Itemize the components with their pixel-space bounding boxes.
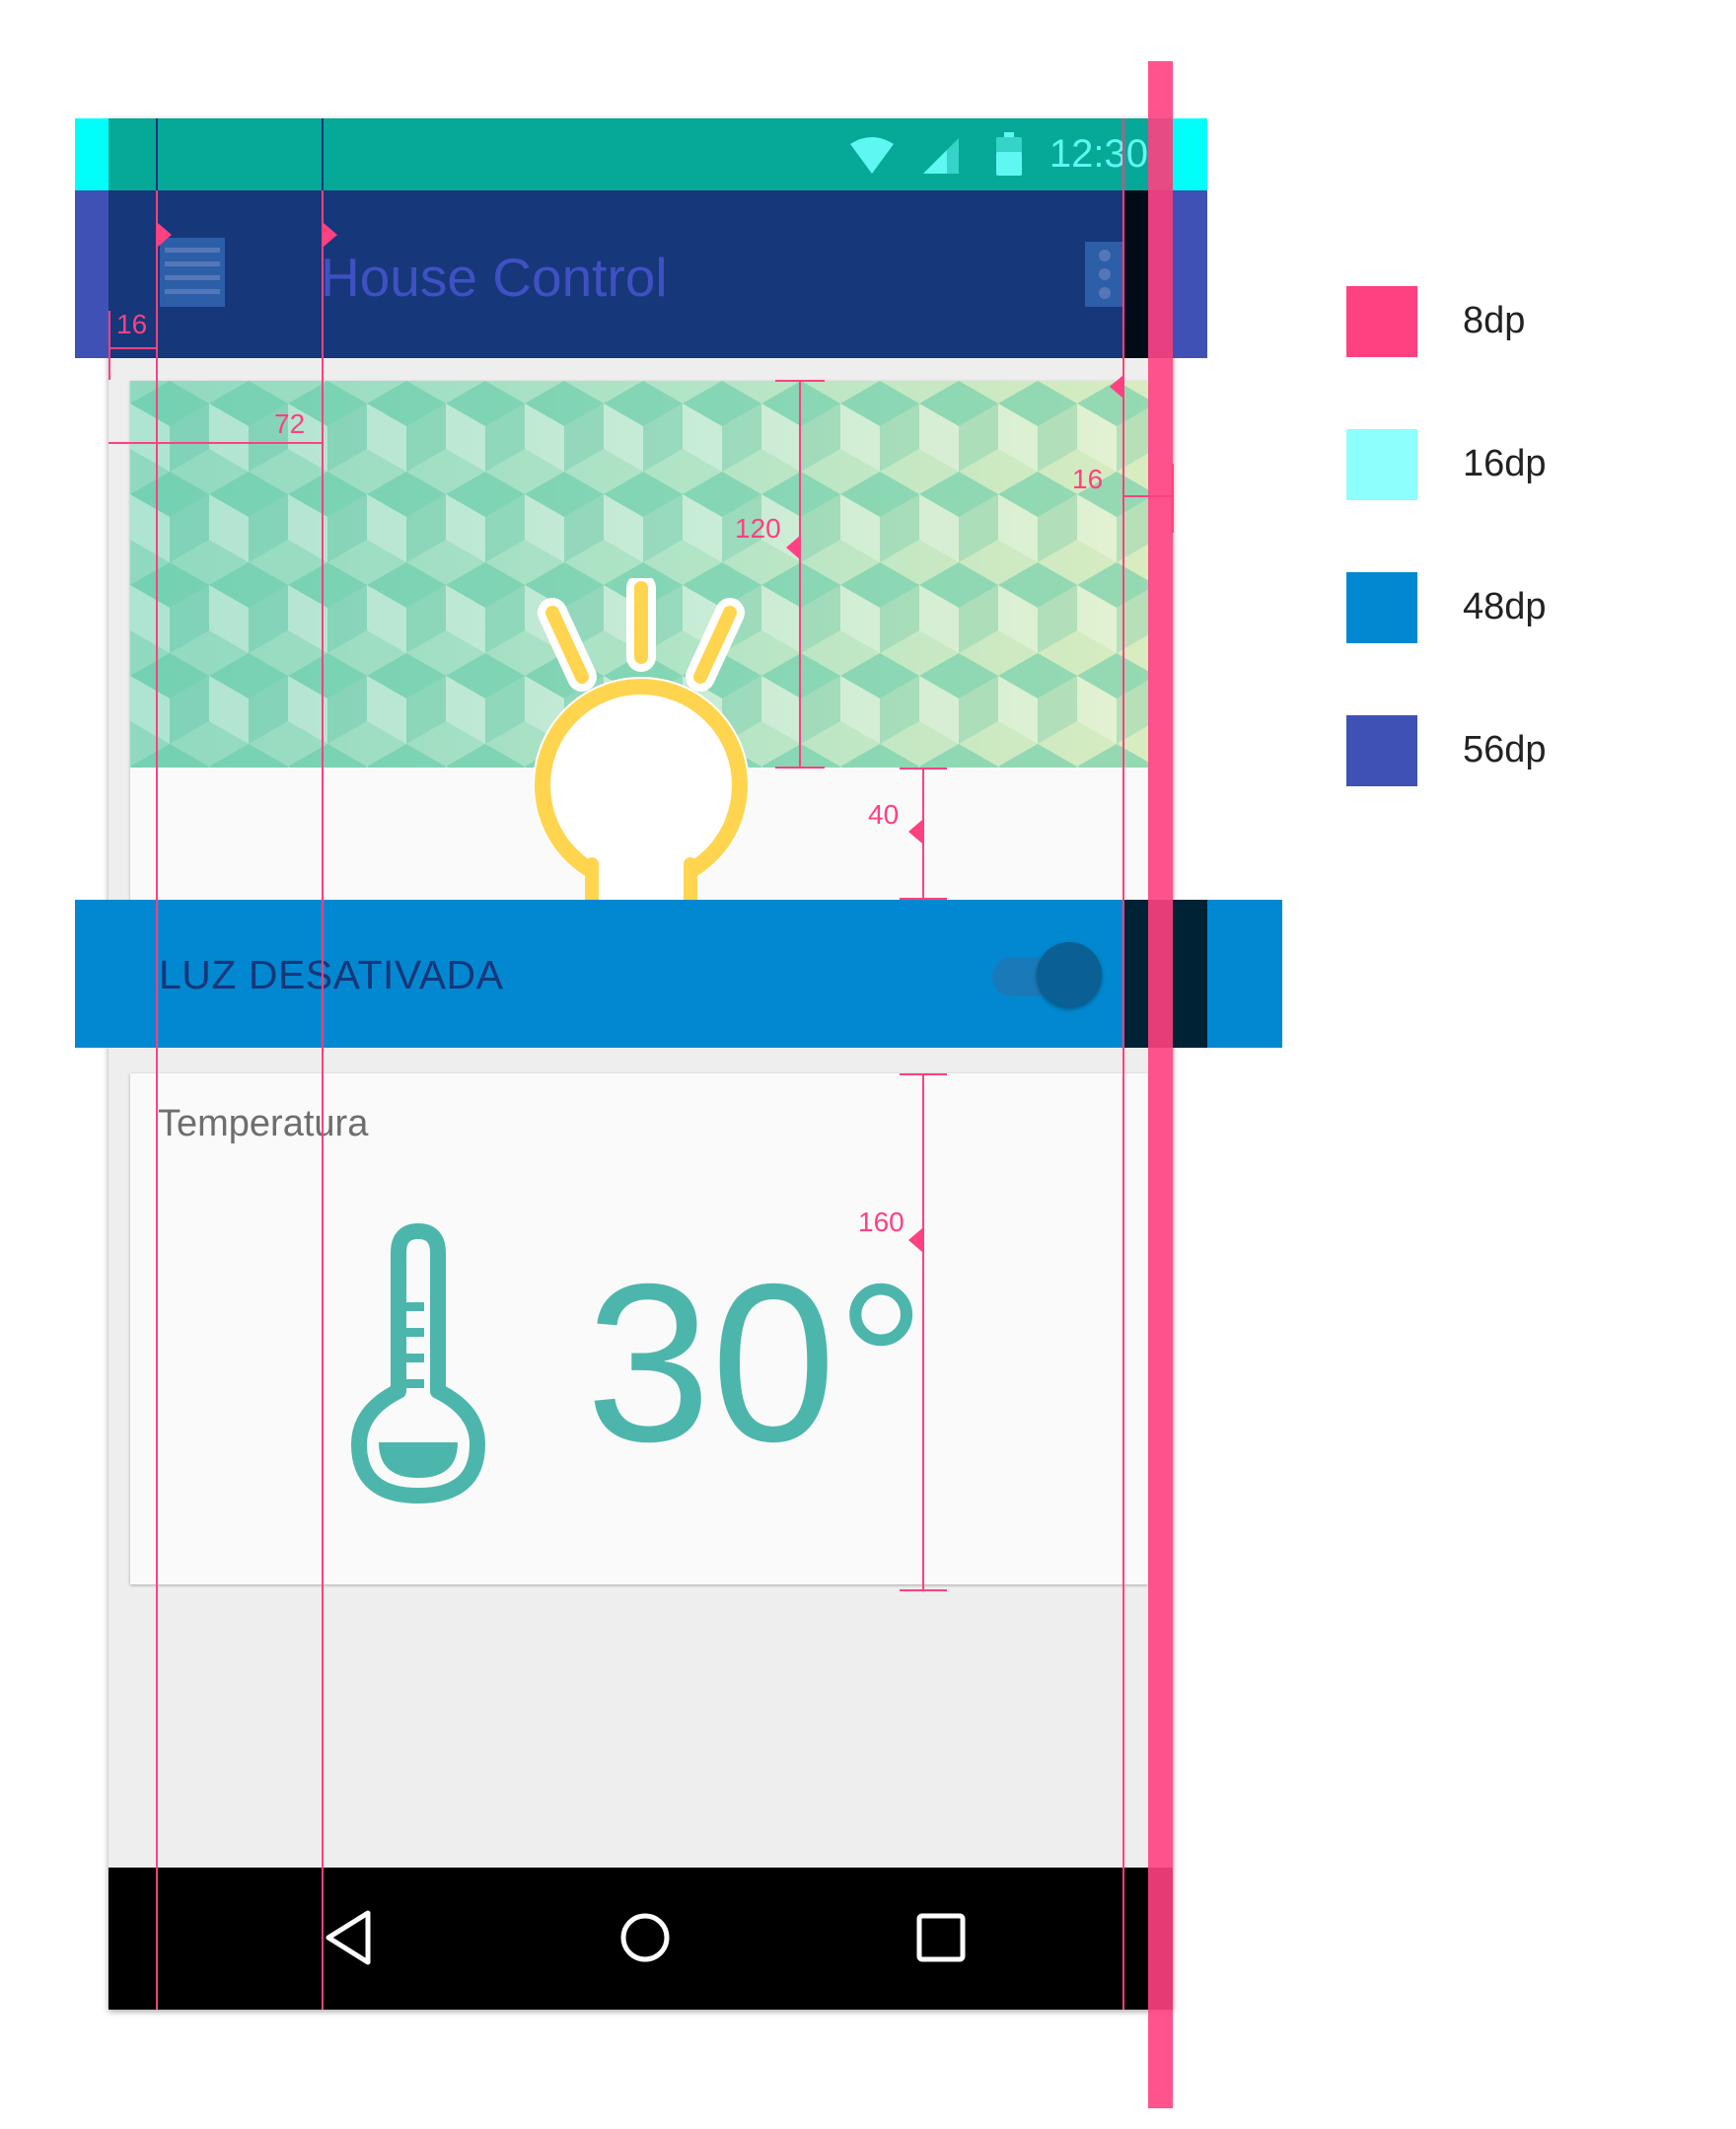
dim-120-vertical bbox=[799, 380, 801, 768]
light-card bbox=[130, 381, 1148, 952]
status-bar: 12:30 bbox=[108, 118, 1173, 190]
dim-40-label: 40 bbox=[868, 799, 900, 830]
legend-label-56dp: 56dp bbox=[1463, 729, 1547, 771]
dim-right-16-label: 16 bbox=[1072, 464, 1104, 494]
spec-8dp-right-bar bbox=[1148, 61, 1173, 2108]
light-status-label: LUZ DESATIVADA bbox=[159, 952, 504, 997]
dim-160-bottom bbox=[900, 1589, 947, 1591]
keyline-16 bbox=[156, 118, 158, 2010]
dim-72-line-h bbox=[108, 442, 322, 444]
dim-120-marker bbox=[786, 536, 800, 559]
light-switch-thumb[interactable] bbox=[1037, 942, 1102, 1007]
dim-16-line-left bbox=[108, 311, 110, 380]
back-icon[interactable] bbox=[319, 1907, 380, 1968]
signal-icon bbox=[923, 138, 959, 174]
keyline-72-marker bbox=[324, 223, 337, 247]
light-toggle-row[interactable]: LUZ DESATIVADA bbox=[75, 900, 1282, 1048]
legend-swatch-16dp bbox=[1346, 429, 1417, 500]
dim-160-marker bbox=[908, 1228, 922, 1252]
dim-40-bottom bbox=[900, 898, 947, 900]
keyline-72-status-top bbox=[322, 118, 324, 190]
legend-label-48dp: 48dp bbox=[1463, 586, 1547, 627]
menu-icon[interactable] bbox=[160, 238, 225, 307]
overflow-menu-icon[interactable] bbox=[1085, 242, 1124, 307]
spec-16dp-status-right bbox=[1173, 118, 1207, 190]
dim-120-bottom bbox=[775, 767, 825, 769]
dim-160-vertical bbox=[922, 1073, 924, 1591]
app-bar: House Control bbox=[108, 190, 1173, 358]
wifi-icon bbox=[850, 137, 894, 174]
legend-label-8dp: 8dp bbox=[1463, 300, 1526, 341]
legend-swatch-48dp bbox=[1346, 572, 1417, 643]
spec-legend: 8dp 16dp 48dp 56dp bbox=[1346, 286, 1642, 799]
thermometer-icon bbox=[351, 1223, 485, 1504]
dim-16-line-h bbox=[108, 347, 156, 349]
spec-16dp-status-left bbox=[75, 118, 108, 190]
dim-right-16-h bbox=[1124, 495, 1174, 497]
dim-16-label: 16 bbox=[116, 309, 148, 339]
recents-icon[interactable] bbox=[910, 1907, 972, 1968]
keyline-16-status-top bbox=[156, 118, 158, 190]
keyline-16-marker bbox=[158, 223, 172, 247]
legend-swatch-56dp bbox=[1346, 715, 1417, 786]
battery-icon bbox=[996, 132, 1022, 176]
app-title: House Control bbox=[321, 247, 668, 308]
dim-72-label: 72 bbox=[274, 408, 306, 439]
spec-56dp-appbar-left bbox=[75, 190, 108, 358]
dim-120-label: 120 bbox=[735, 513, 781, 544]
dim-160-label: 160 bbox=[858, 1207, 904, 1237]
dim-right-16-tick bbox=[1172, 464, 1174, 533]
temperature-card: Temperatura 30° bbox=[130, 1073, 1148, 1584]
legend-label-16dp: 16dp bbox=[1463, 443, 1547, 484]
dim-right-marker bbox=[1110, 375, 1123, 399]
status-time: 12:30 bbox=[1049, 132, 1148, 176]
spec-right-margin-overlay bbox=[1124, 190, 1148, 358]
temperature-title: Temperatura bbox=[158, 1103, 369, 1144]
dim-40-vertical bbox=[922, 768, 924, 900]
dim-40-marker bbox=[908, 820, 922, 844]
phone-screen: 12:30 House Control Temperatura 30° bbox=[108, 118, 1173, 2010]
legend-swatch-8dp bbox=[1346, 286, 1417, 357]
temperature-value: 30° bbox=[586, 1238, 926, 1489]
keyline-72 bbox=[322, 118, 324, 2010]
navigation-bar bbox=[108, 1868, 1173, 2010]
spec-56dp-appbar-right bbox=[1173, 190, 1207, 358]
keyline-right bbox=[1122, 118, 1124, 2010]
home-icon[interactable] bbox=[615, 1907, 676, 1968]
